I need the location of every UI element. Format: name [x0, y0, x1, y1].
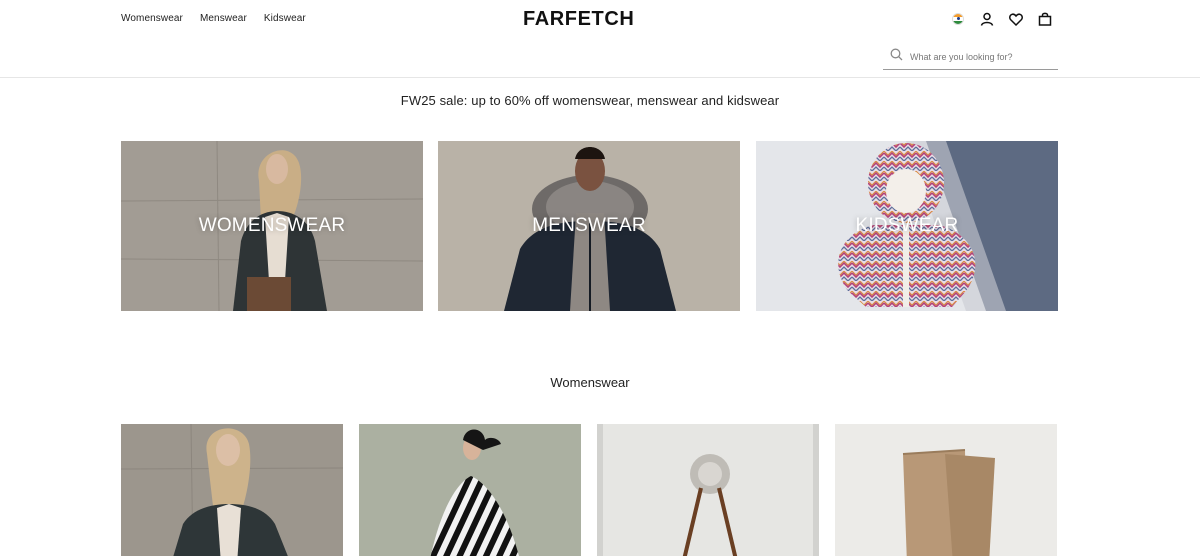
header-icons	[950, 11, 1053, 27]
product-card-2[interactable]	[359, 424, 581, 556]
category-label-menswear: MENSWEAR	[532, 215, 646, 236]
product-card-4[interactable]	[835, 424, 1057, 556]
search-bar	[883, 45, 1058, 70]
product-card-1[interactable]	[121, 424, 343, 556]
shopping-bag-icon[interactable]	[1037, 11, 1053, 27]
india-flag-icon[interactable]	[950, 11, 966, 27]
category-tile-menswear[interactable]: MENSWEAR	[438, 141, 740, 311]
category-tile-womenswear[interactable]: WOMENSWEAR	[121, 141, 423, 311]
nav-menswear[interactable]: Menswear	[200, 13, 247, 24]
account-icon[interactable]	[979, 11, 995, 27]
product-image-2	[359, 424, 581, 556]
search-icon[interactable]	[890, 48, 903, 66]
product-image-3	[597, 424, 819, 556]
section-title-womenswear: Womenswear	[550, 375, 630, 390]
product-card-3[interactable]	[597, 424, 819, 556]
nav-kidswear[interactable]: Kidswear	[264, 13, 306, 24]
category-label-womenswear: WOMENSWEAR	[198, 215, 346, 236]
wishlist-heart-icon[interactable]	[1008, 11, 1024, 27]
search-input[interactable]	[910, 52, 1050, 62]
product-image-1	[121, 424, 343, 556]
category-label-kidswear: KIDSWEAR	[855, 215, 959, 236]
nav-womenswear[interactable]: Womenswear	[121, 13, 183, 24]
promo-banner[interactable]: FW25 sale: up to 60% off womenswear, men…	[0, 93, 1180, 108]
site-header: Womenswear Menswear Kidswear FARFETCH	[0, 0, 1200, 78]
product-image-4	[835, 424, 1057, 556]
farfetch-logo[interactable]: FARFETCH	[523, 8, 634, 31]
category-tile-kidswear[interactable]: KIDSWEAR	[756, 141, 1058, 311]
primary-nav: Womenswear Menswear Kidswear	[121, 13, 306, 24]
